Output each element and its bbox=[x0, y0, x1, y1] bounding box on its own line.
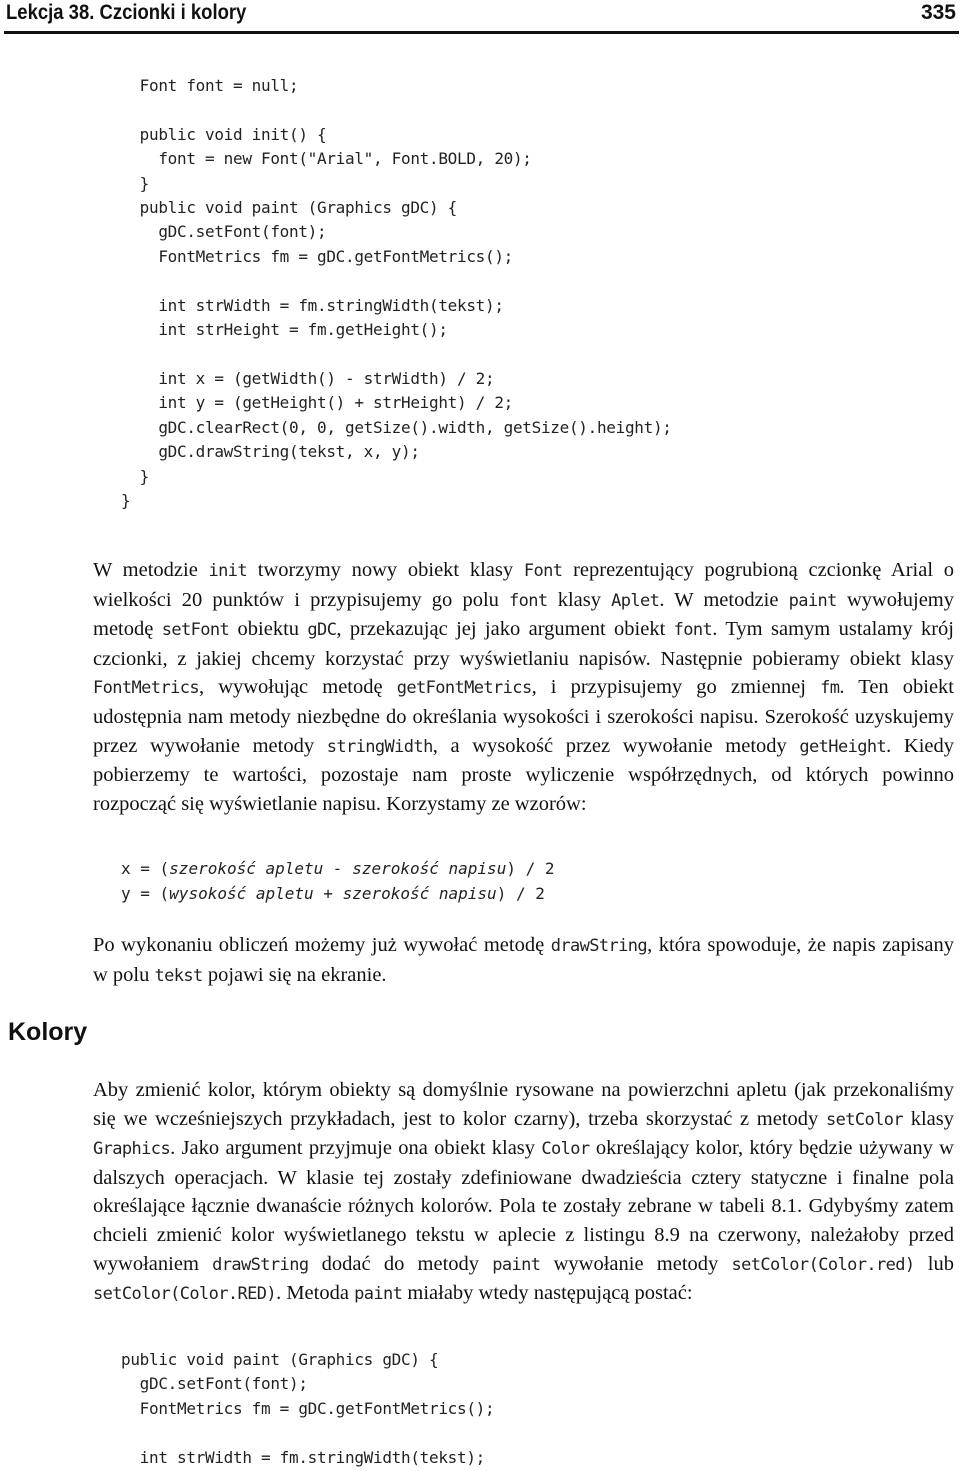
text-run: dodać do metody bbox=[308, 1252, 493, 1275]
code-line: } bbox=[121, 173, 150, 193]
formula-expression: wysokość apletu + szerokość napisu bbox=[169, 884, 497, 903]
code-line: Font font = null; bbox=[121, 76, 299, 95]
text-run: tworzymy nowy obiekt klasy bbox=[247, 559, 524, 581]
inline-code: paint bbox=[788, 590, 838, 611]
formula-rhs: ) / 2 bbox=[506, 859, 555, 878]
code-line: int strHeight = fm.getHeight(); bbox=[121, 320, 448, 340]
inline-code: setColor(Color.red) bbox=[731, 1254, 915, 1275]
text-run: W metodzie bbox=[93, 559, 209, 581]
inline-code: getFontMetrics bbox=[396, 678, 532, 699]
formula-rhs: ) / 2 bbox=[496, 884, 545, 903]
inline-code: stringWidth bbox=[326, 736, 434, 757]
inline-code: font bbox=[509, 590, 548, 611]
text-run: Aby zmienić kolor, którym obiekty są dom… bbox=[93, 1079, 954, 1130]
inline-code: setColor bbox=[825, 1109, 904, 1130]
inline-code: tekst bbox=[154, 965, 204, 986]
code-line: public void paint (Graphics gDC) { bbox=[121, 1350, 439, 1369]
inline-code: FontMetrics bbox=[93, 678, 200, 699]
inline-code: Font bbox=[523, 561, 563, 581]
code-line: gDC.setFont(font); bbox=[121, 1374, 308, 1394]
inline-code: gDC bbox=[307, 620, 337, 641]
text-run: lub bbox=[914, 1252, 954, 1275]
code-line: public void paint (Graphics gDC) { bbox=[121, 198, 458, 218]
code-line: gDC.clearRect(0, 0, getSize().width, get… bbox=[121, 417, 672, 437]
code-listing-2: public void paint (Graphics gDC) { gDC.s… bbox=[121, 1348, 495, 1470]
text-run: , przekazując jej jako argument obiekt bbox=[336, 618, 674, 641]
text-run: . Metoda bbox=[276, 1282, 355, 1305]
text-run: pojawi się na ekranie. bbox=[202, 963, 387, 986]
paragraph-colors: Aby zmienić kolor, którym obiekty są dom… bbox=[93, 1076, 954, 1309]
formula-line: x = (szerokość apletu - szerokość napisu… bbox=[121, 856, 555, 881]
inline-code: Color bbox=[541, 1139, 590, 1160]
code-line: public void init() { bbox=[121, 124, 327, 144]
code-line: int strWidth = fm.stringWidth(tekst); bbox=[121, 295, 504, 315]
text-run: klasy bbox=[547, 588, 612, 611]
code-line: } bbox=[121, 466, 150, 486]
inline-code: getHeight bbox=[799, 736, 887, 757]
formula-block: x = (szerokość apletu - szerokość napisu… bbox=[121, 856, 555, 906]
section-heading-kolory: Kolory bbox=[8, 1018, 88, 1046]
text-run: miałaby wtedy następującą postać: bbox=[402, 1282, 693, 1305]
code-line: int y = (getHeight() + strHeight) / 2; bbox=[121, 393, 513, 413]
code-line: gDC.setFont(font); bbox=[121, 222, 327, 242]
text-run: klasy bbox=[903, 1107, 955, 1130]
page-number: 335 bbox=[920, 1, 956, 24]
text-run: . W metodzie bbox=[659, 588, 789, 611]
inline-code: init bbox=[208, 561, 248, 581]
paragraph-font-explanation: W metodzie init tworzymy nowy obiekt kla… bbox=[93, 556, 954, 818]
formula-line: y = (wysokość apletu + szerokość napisu)… bbox=[121, 881, 555, 906]
inline-code: paint bbox=[354, 1284, 403, 1305]
code-line: int strWidth = fm.stringWidth(tekst); bbox=[121, 1447, 486, 1467]
formula-expression: szerokość apletu - szerokość napisu bbox=[169, 859, 507, 878]
code-line: font = new Font("Arial", Font.BOLD, 20); bbox=[121, 149, 532, 169]
code-line: } bbox=[121, 490, 131, 510]
header-rule bbox=[4, 31, 959, 34]
code-listing-1: Font font = null; public void init() { f… bbox=[121, 74, 672, 513]
text-run: wywołanie metody bbox=[540, 1252, 732, 1275]
chapter-title: Lekcja 38. Czcionki i kolory bbox=[6, 1, 247, 24]
text-run: . Jako argument przyjmuje ona obiekt kla… bbox=[170, 1137, 542, 1160]
text-run: obiektu bbox=[229, 618, 308, 641]
inline-code: drawString bbox=[212, 1254, 309, 1275]
inline-code: font bbox=[673, 620, 713, 641]
inline-code: setFont bbox=[161, 620, 230, 641]
paragraph-drawstring: Po wykonaniu obliczeń możemy już wywołać… bbox=[93, 931, 954, 990]
formula-lhs: x = ( bbox=[121, 859, 170, 878]
formula-lhs: y = ( bbox=[121, 884, 170, 903]
inline-code: drawString bbox=[550, 936, 648, 956]
code-line: FontMetrics fm = gDC.getFontMetrics(); bbox=[121, 246, 513, 266]
text-run: , a wysokość przez wywołanie metody bbox=[432, 734, 800, 757]
running-header: Lekcja 38. Czcionki i kolory 335 bbox=[6, 0, 956, 30]
code-line: FontMetrics fm = gDC.getFontMetrics(); bbox=[121, 1398, 495, 1418]
text-run: , i przypisujemy go zmiennej bbox=[531, 676, 821, 699]
text-run: , wywołując metodę bbox=[198, 676, 397, 699]
text-run: Po wykonaniu obliczeń możemy już wywołać… bbox=[93, 934, 551, 956]
inline-code: paint bbox=[492, 1254, 541, 1275]
inline-code: fm bbox=[820, 678, 840, 699]
code-line: gDC.drawString(tekst, x, y); bbox=[121, 442, 420, 462]
inline-code: setColor(Color.RED) bbox=[93, 1284, 277, 1305]
inline-code: Aplet bbox=[611, 590, 660, 611]
inline-code: Graphics bbox=[93, 1139, 171, 1160]
code-line: int x = (getWidth() - strWidth) / 2; bbox=[121, 368, 495, 388]
